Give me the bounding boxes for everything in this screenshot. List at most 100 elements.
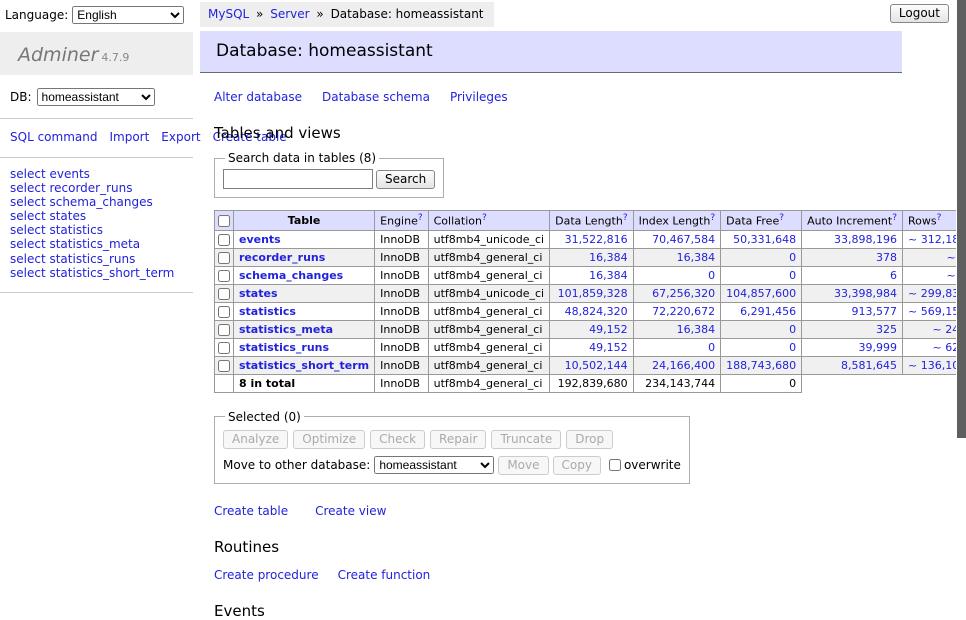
auto-increment-link[interactable]: 913,577 [852,305,898,318]
vertical-scrollbar[interactable] [956,0,966,543]
select-all-checkbox[interactable] [218,215,230,227]
scrollbar-thumb[interactable] [957,0,966,438]
total-empty-cell [215,374,234,392]
sidebar: Language:English Adminer4.7.9 DB:homeass… [0,0,193,293]
data-free-link[interactable]: 6,291,456 [740,305,796,318]
column-help-link[interactable]: ? [418,213,423,223]
sidebar-select-link[interactable]: select states [10,209,185,223]
sidebar-select-link[interactable]: select recorder_runs [10,181,185,195]
database-action-link[interactable]: Alter database [214,90,302,104]
data-length-link[interactable]: 16,384 [589,269,628,282]
db-select[interactable]: homeassistant [37,88,155,106]
sidebar-select-link[interactable]: select statistics_short_term [10,266,185,280]
create-link[interactable]: Create view [315,504,386,518]
index-length-link[interactable]: 67,256,320 [652,287,715,300]
row-checkbox[interactable] [218,270,230,282]
breadcrumb-server-link[interactable]: Server [270,7,309,21]
data-free-link[interactable]: 0 [789,269,796,282]
row-checkbox[interactable] [218,342,230,354]
sidebar-select-link[interactable]: select schema_changes [10,195,185,209]
column-help-link[interactable]: ? [623,213,628,223]
row-checkbox[interactable] [218,252,230,264]
column-help-link[interactable]: ? [482,213,487,223]
overwrite-checkbox[interactable] [609,459,621,471]
data-free-link[interactable]: 0 [789,251,796,264]
auto-increment-link[interactable]: 8,581,645 [841,359,897,372]
row-checkbox[interactable] [218,360,230,372]
table-name-link-cell: statistics_runs [234,338,375,356]
row-checkbox[interactable] [218,234,230,246]
sidebar-action-link[interactable]: Export [161,130,200,144]
sidebar-action-link[interactable]: Import [109,130,149,144]
table-name-link[interactable]: events [239,233,281,246]
table-name-link[interactable]: recorder_runs [239,251,325,264]
data-length-link-cell: 16,384 [550,266,633,284]
search-input[interactable] [223,169,373,189]
table-name-link-cell: states [234,284,375,302]
auto-increment-link[interactable]: 33,398,984 [834,287,897,300]
data-length-link[interactable]: 31,522,816 [565,233,628,246]
sidebar-action-link[interactable]: SQL command [10,130,97,144]
data-length-link[interactable]: 49,152 [589,323,628,336]
data-free-link[interactable]: 0 [789,341,796,354]
index-length-link[interactable]: 70,467,584 [652,233,715,246]
table-name-link[interactable]: statistics_short_term [239,359,369,372]
auto-increment-link[interactable]: 378 [876,251,897,264]
index-length-link[interactable]: 0 [708,269,715,282]
index-length-link[interactable]: 16,384 [677,323,716,336]
auto-increment-link[interactable]: 39,999 [859,341,898,354]
move-database-select[interactable]: homeassistant [374,456,494,474]
engine-cell: InnoDB [375,320,428,338]
routine-link[interactable]: Create function [338,568,431,582]
data-length-link-cell: 48,824,320 [550,302,633,320]
routine-link[interactable]: Create procedure [214,568,319,582]
row-checkbox[interactable] [218,324,230,336]
logout-button[interactable]: Logout [890,4,949,23]
table-name-link[interactable]: statistics_meta [239,323,333,336]
sidebar-select-link[interactable]: select statistics_meta [10,237,185,251]
collation-cell: utf8mb4_general_ci [428,266,549,284]
sidebar-select-link[interactable]: select statistics_runs [10,252,185,266]
auto-increment-link[interactable]: 6 [890,269,897,282]
overwrite-option[interactable]: overwrite [609,458,681,472]
row-select-cell [215,248,234,266]
data-free-link[interactable]: 188,743,680 [726,359,796,372]
database-action-link[interactable]: Database schema [322,90,430,104]
column-help-link[interactable]: ? [937,213,942,223]
breadcrumb-mysql-link[interactable]: MySQL [208,7,249,21]
data-free-link[interactable]: 50,331,648 [733,233,796,246]
column-help-link[interactable]: ? [710,213,715,223]
data-free-link[interactable]: 0 [789,323,796,336]
data-free-link[interactable]: 104,857,600 [726,287,796,300]
table-name-link[interactable]: statistics_runs [239,341,329,354]
data-length-link[interactable]: 16,384 [589,251,628,264]
total-index-length: 234,143,744 [633,374,721,392]
sidebar-select-link[interactable]: select statistics [10,223,185,237]
data-length-link[interactable]: 101,859,328 [558,287,628,300]
index-length-link[interactable]: 16,384 [677,251,716,264]
collation-cell: utf8mb4_general_ci [428,320,549,338]
auto-increment-link[interactable]: 33,898,196 [834,233,897,246]
data-length-link[interactable]: 10,502,144 [565,359,628,372]
index-length-link[interactable]: 24,166,400 [652,359,715,372]
language-select[interactable]: English [72,6,184,24]
column-help-link[interactable]: ? [779,213,784,223]
sidebar-select-link[interactable]: select events [10,167,185,181]
database-action-link[interactable]: Privileges [450,90,508,104]
column-help-link[interactable]: ? [892,213,897,223]
data-length-link[interactable]: 49,152 [589,341,628,354]
create-link[interactable]: Create table [214,504,288,518]
table-name-link[interactable]: statistics [239,305,296,318]
index-length-link[interactable]: 72,220,672 [652,305,715,318]
table-name-link[interactable]: schema_changes [239,269,343,282]
row-checkbox[interactable] [218,288,230,300]
tables-list-table: TableEngine?Collation?Data Length?Index … [214,210,966,393]
table-row: statistics_meta InnoDButf8mb4_general_ci 4… [215,320,966,338]
row-checkbox[interactable] [218,306,230,318]
index-length-link[interactable]: 0 [708,341,715,354]
table-name-link[interactable]: states [239,287,278,300]
data-length-link[interactable]: 48,824,320 [565,305,628,318]
db-label: DB: [10,90,32,104]
auto-increment-link[interactable]: 325 [876,323,897,336]
search-button[interactable]: Search [376,170,435,189]
